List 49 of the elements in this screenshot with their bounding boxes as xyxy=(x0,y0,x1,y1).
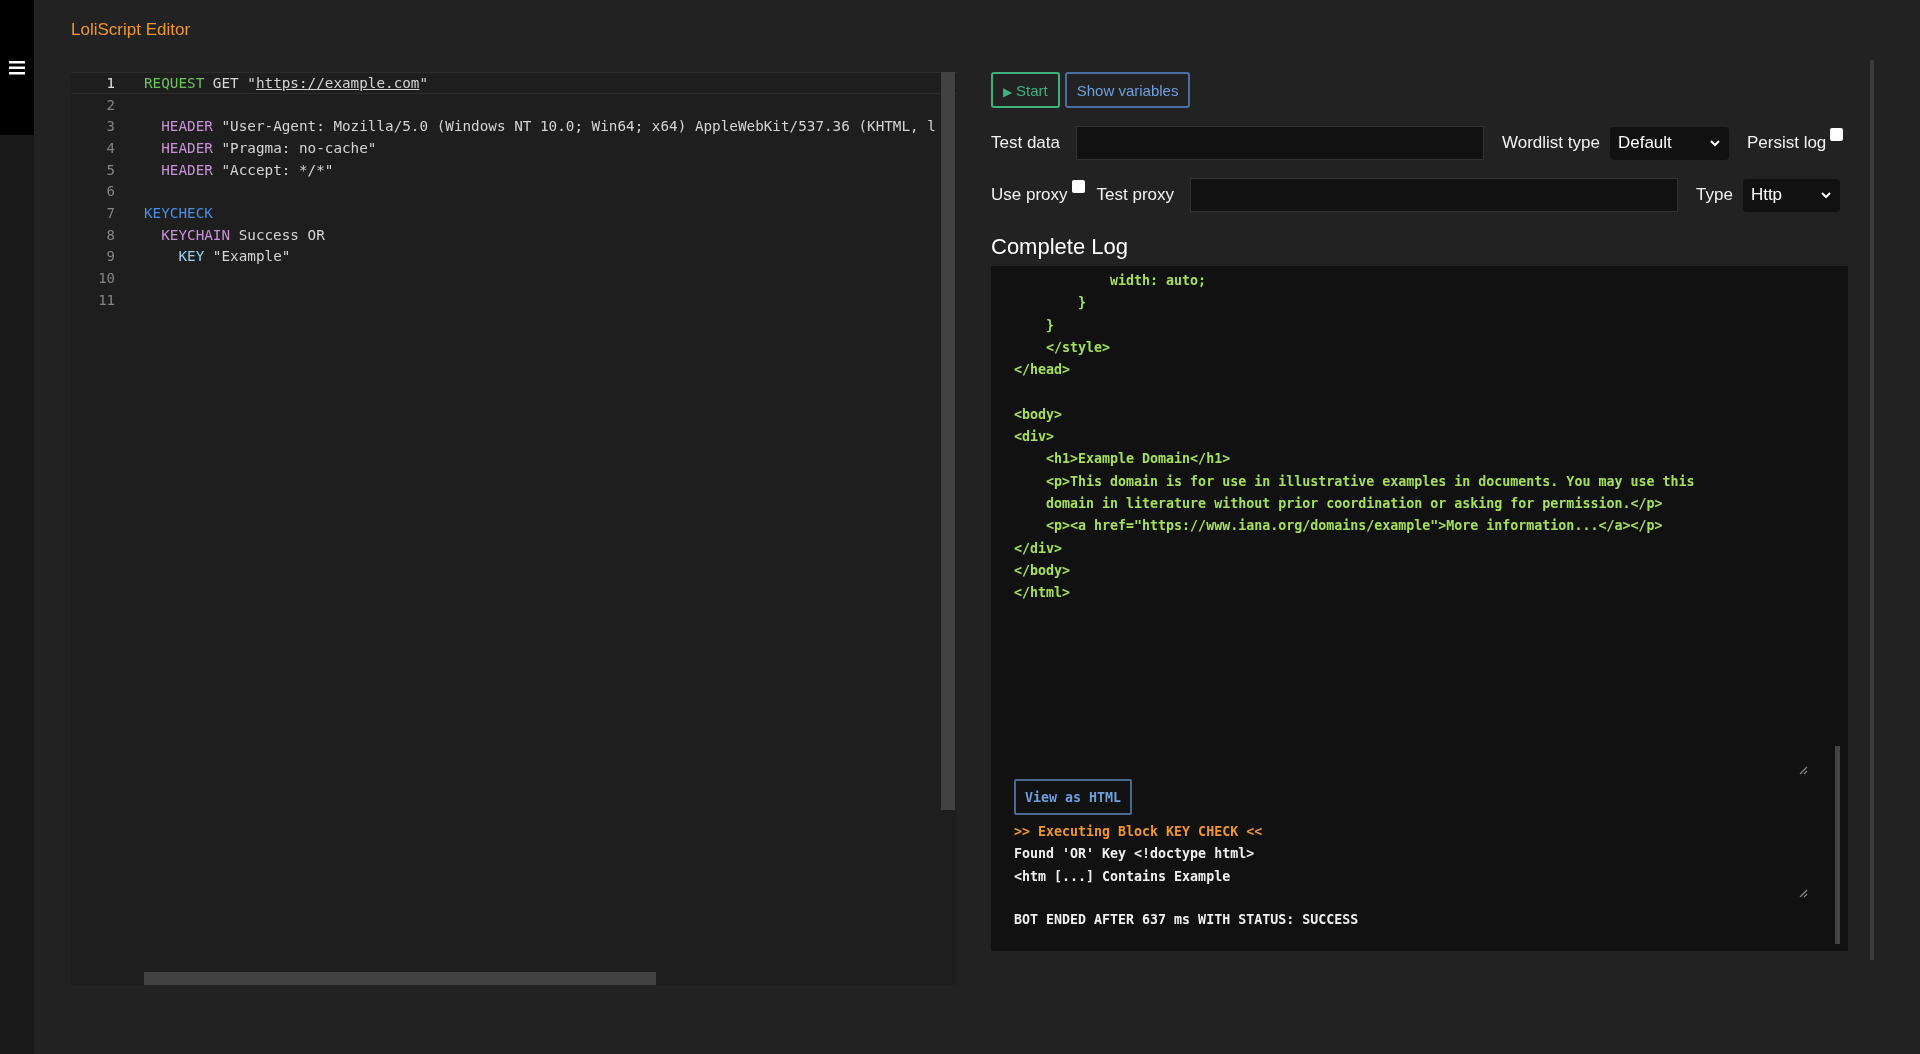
response-textarea[interactable] xyxy=(1014,270,1808,775)
resize-handle-icon[interactable] xyxy=(1799,766,1808,775)
test-data-field[interactable] xyxy=(1076,126,1484,160)
scrollbar[interactable] xyxy=(144,972,656,985)
field-label: Test data xyxy=(991,133,1060,153)
line-number: 5 xyxy=(105,161,116,178)
wordlist-type-select[interactable]: Default xyxy=(1609,126,1729,160)
start-button[interactable]: ▶ Start xyxy=(991,72,1060,108)
line-number: 10 xyxy=(97,270,116,287)
show-variables-button[interactable]: Show variables xyxy=(1064,72,1191,108)
line-number: 2 xyxy=(105,96,116,113)
field-label: Type xyxy=(1696,185,1733,205)
code-line: KEY "Example" xyxy=(177,248,291,265)
menu-icon[interactable] xyxy=(9,61,25,75)
line-number: 8 xyxy=(105,226,116,243)
field-label: Wordlist type xyxy=(1502,133,1600,153)
code-line: KEYCHAIN Success OR xyxy=(160,226,325,243)
field-label: Test proxy xyxy=(1096,185,1174,205)
field-label: Use proxy xyxy=(991,185,1068,205)
code-line: HEADER "Accept: */*" xyxy=(160,161,334,178)
field-label: Persist log xyxy=(1746,133,1827,153)
response-text: width: auto; } } </style> </head> <body> <div> <h1>Example Domain</h1> <p>This domain is for use in illustrative examples in documents. You may use this domain in literature without prior coordination or asking for permission.</p> <p><a href="https://www.iana.org/domains/example">More information...</a></p> </div> </body> </html> xyxy=(1014,272,1696,603)
line-number: 11 xyxy=(97,291,116,308)
persist-log-checkbox[interactable] xyxy=(1830,128,1844,141)
log-entry: BOT ENDED AFTER 637 ms WITH STATUS: SUCCESS xyxy=(1014,910,1360,929)
line-number: 4 xyxy=(105,139,116,156)
page-title: LoliScript Editor xyxy=(71,20,192,41)
code-line: HEADER "User-Agent: Mozilla/5.0 (Windows NT 10.0; Win64; x64) AppleWebKit/537.36 (KHTML, l xyxy=(160,118,936,135)
line-number: 1 xyxy=(105,74,116,91)
code-line: REQUEST GET "https://example.com" xyxy=(144,74,429,91)
chevron-down-icon xyxy=(1708,139,1721,147)
code-editor[interactable] xyxy=(71,72,957,985)
resize-handle-icon[interactable] xyxy=(1799,889,1808,898)
chevron-down-icon xyxy=(1819,191,1832,199)
test-proxy-field[interactable] xyxy=(1190,178,1678,212)
section-title: Complete Log xyxy=(991,234,1129,260)
log-entry: >> Executing Block KEY CHECK << xyxy=(1014,823,1264,841)
line-number: 3 xyxy=(105,118,116,135)
view-as-html-button[interactable]: View as HTML xyxy=(1014,779,1133,815)
use-proxy-checkbox[interactable] xyxy=(1071,180,1085,193)
scrollbar[interactable] xyxy=(1835,746,1840,944)
scrollbar[interactable] xyxy=(941,72,955,810)
code-line: HEADER "Pragma: no-cache" xyxy=(160,139,377,156)
proxy-type-select[interactable]: Http xyxy=(1742,178,1840,212)
log-entry: Found 'OR' Key <!doctype html> <htm [...] Contains Example xyxy=(1014,845,1256,886)
line-number: 7 xyxy=(105,204,116,221)
line-number: 9 xyxy=(105,248,116,265)
code-line: KEYCHECK xyxy=(144,204,213,221)
line-number: 6 xyxy=(105,183,116,200)
